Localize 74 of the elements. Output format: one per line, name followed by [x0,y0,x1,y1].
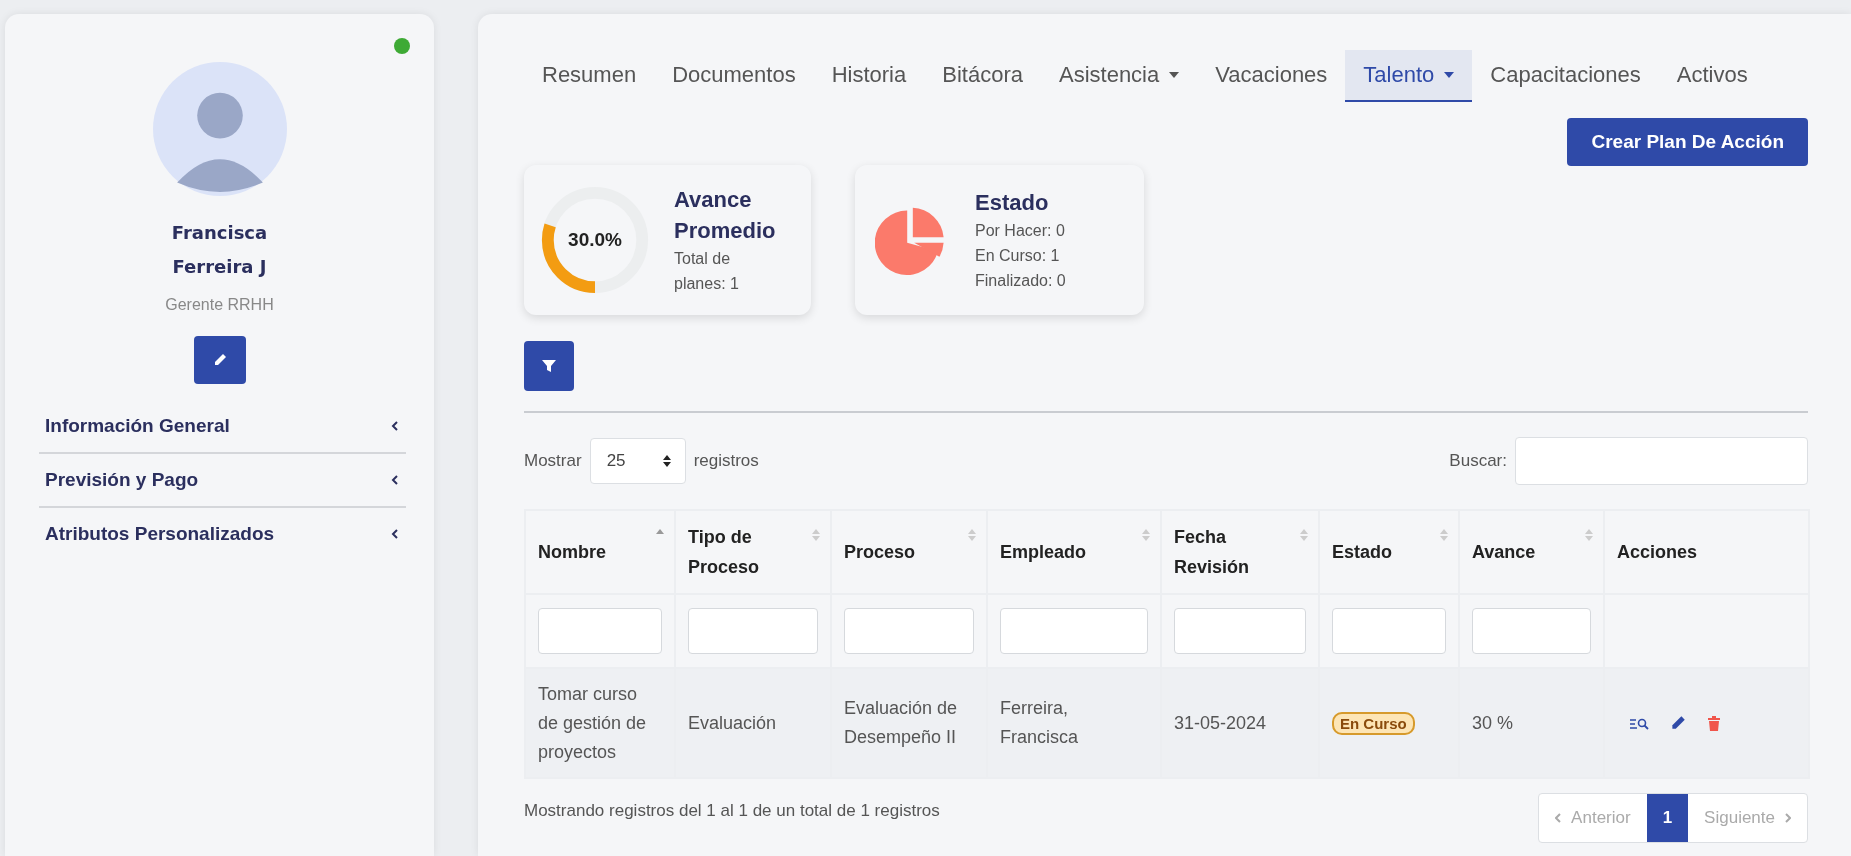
column-header[interactable]: Empleado [987,510,1161,594]
tab[interactable]: Bitácora [924,50,1041,102]
pagination-button[interactable]: 1 [1646,794,1689,842]
records-info: Mostrando registros del 1 al 1 de un total de 1 registros [524,800,941,822]
tab[interactable]: Talento [1345,50,1473,102]
profile-name: Francisca Ferreira J [171,221,268,279]
tab[interactable]: Historia [813,50,925,102]
create-plan-button[interactable]: Crear Plan De Acción [1567,118,1808,166]
card-title: Estado [975,189,1050,217]
sort-icon [968,529,976,541]
pie-chart-icon [875,205,945,275]
sort-caret-icon [662,455,671,467]
sort-ascending-icon [656,529,664,534]
sort-icon [1585,529,1593,541]
table-cell: Evaluación [688,712,777,733]
progress-value: 30.0% [567,228,623,252]
pencil-icon[interactable] [1669,714,1687,732]
column-header[interactable]: Tipo de Proceso [675,510,831,594]
edit-profile-button[interactable] [193,336,246,384]
column-header[interactable]: Acciones [1604,510,1809,594]
table-cell: 30 % [1472,712,1514,733]
card-subtitle: Total de planes: 1 [674,249,740,294]
tab[interactable]: Capacitaciones [1472,50,1659,102]
status-count: En Curso: 1 [975,246,1061,266]
column-filter-field[interactable] [1472,608,1591,654]
filter-icon [541,358,557,374]
column-header[interactable]: Fecha Revisión [1161,510,1319,594]
column-filter-field[interactable] [1332,608,1446,654]
chevron-icon [390,475,400,485]
sort-icon [1440,529,1448,541]
show-label: Mostrar [524,451,582,471]
sort-icon [1142,529,1150,541]
chevron-right-icon [1785,813,1791,823]
tab[interactable]: Asistencia [1040,50,1198,102]
column-header[interactable]: Estado [1319,510,1459,594]
column-filter-field[interactable] [538,608,662,654]
tab[interactable]: Vacaciones [1197,50,1346,102]
status-badge: En Curso [1332,711,1415,735]
tab[interactable]: Activos [1658,50,1766,102]
chevron-left-icon [1555,813,1562,823]
search-field[interactable] [1515,437,1808,485]
search-label: Buscar: [1449,451,1507,471]
table-cell: Evaluación de Desempeño II [844,698,958,747]
column-filter-field[interactable] [688,608,818,654]
records-label: registros [693,451,759,471]
tab[interactable]: Documentos [654,50,814,102]
table-cell: Tomar curso de gestión de proyectos [538,683,647,762]
table-cell: Ferreira, Francisca [1000,698,1079,747]
column-header[interactable]: Proceso [831,510,987,594]
sort-icon [812,529,820,541]
online-status-dot [394,38,410,54]
column-header[interactable]: Nombre [525,510,675,594]
column-filter-field[interactable] [844,608,974,654]
tab[interactable]: Resumen [524,50,655,102]
card-title: Avance Promedio [674,186,776,245]
filter-button[interactable] [524,341,574,391]
profile-role: Gerente RRHH [165,296,274,314]
caret-icon [1169,72,1180,78]
trash-icon[interactable] [1707,714,1721,732]
caret-icon [1444,72,1455,78]
accordion-item[interactable]: Atributos Personalizados [39,508,406,560]
chevron-icon [390,529,400,539]
page-size-select[interactable]: 25 [589,438,686,484]
accordion-item[interactable]: Previsión y Pago [39,454,406,508]
accordion-item[interactable]: Información General [39,400,406,454]
column-filter-field[interactable] [1000,608,1148,654]
table-cell: 31-05-2024 [1174,712,1267,733]
view-details-icon[interactable] [1629,716,1649,730]
sort-icon [1300,529,1308,541]
chevron-icon [390,421,400,431]
status-count: Finalizado: 0 [975,271,1066,291]
column-header[interactable]: Avance [1459,510,1604,594]
column-filter-field[interactable] [1174,608,1306,654]
status-count: Por Hacer: 0 [975,221,1066,241]
